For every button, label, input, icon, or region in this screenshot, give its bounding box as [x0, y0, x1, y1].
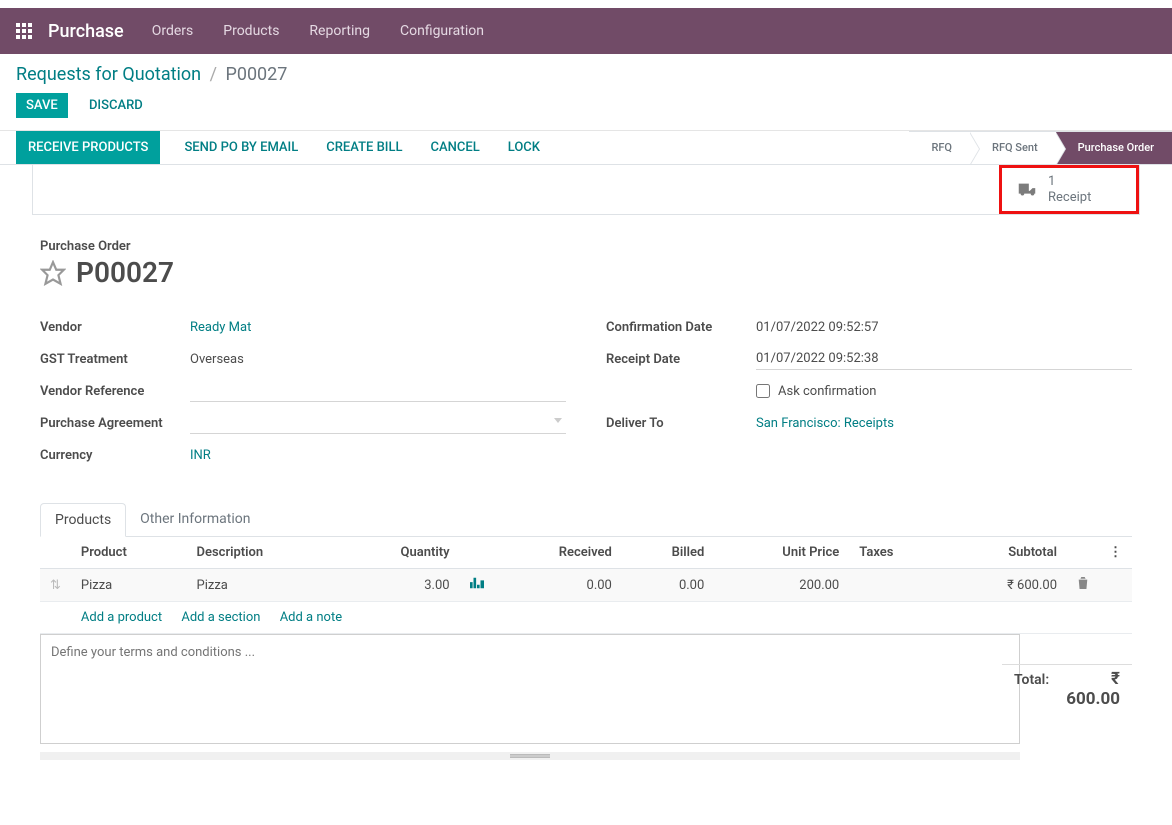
vendor-ref-label: Vendor Reference — [40, 384, 190, 399]
add-note-link[interactable]: Add a note — [280, 610, 342, 625]
total-amount: ₹ 600.00 — [1065, 669, 1120, 709]
status-rfq[interactable]: RFQ — [909, 131, 970, 165]
cell-billed: 0.00 — [622, 569, 714, 602]
trash-icon[interactable] — [1067, 569, 1099, 602]
receive-products-button[interactable]: Receive Products — [16, 131, 160, 165]
receipt-label: Receipt — [1048, 190, 1091, 206]
totals: Total: ₹ 600.00 — [1002, 664, 1132, 713]
tabs: Products Other Information — [40, 503, 1132, 537]
receipt-date-label: Receipt Date — [606, 352, 756, 367]
cell-description[interactable]: Pizza — [187, 569, 339, 602]
cell-subtotal: ₹ 600.00 — [944, 569, 1067, 602]
button-box: 1 Receipt — [32, 165, 1140, 215]
star-icon[interactable] — [40, 260, 66, 286]
status-bar: Receive Products Send PO by Email Create… — [0, 131, 1172, 165]
add-product-link[interactable]: Add a product — [81, 610, 162, 625]
title-label: Purchase Order — [40, 239, 1132, 254]
terms-textarea[interactable] — [40, 634, 1020, 744]
truck-icon — [1016, 179, 1038, 201]
app-title[interactable]: Purchase — [48, 21, 124, 42]
tab-products[interactable]: Products — [40, 503, 126, 537]
lock-button[interactable]: Lock — [496, 131, 552, 165]
deliver-to-label: Deliver To — [606, 416, 756, 431]
top-nav: Purchase Orders Products Reporting Confi… — [0, 8, 1172, 54]
tab-other-information[interactable]: Other Information — [126, 503, 264, 536]
title-section: Purchase Order P00027 — [32, 239, 1140, 289]
purchase-agreement-label: Purchase Agreement — [40, 416, 190, 431]
cell-received: 0.00 — [494, 569, 622, 602]
save-button[interactable]: Save — [16, 93, 68, 118]
resize-handle[interactable] — [40, 752, 1020, 760]
status-purchase-order[interactable]: Purchase Order — [1056, 131, 1172, 165]
table-row[interactable]: ⇅ Pizza Pizza 3.00 0.00 0.00 200.00 ₹ 60… — [40, 569, 1132, 602]
breadcrumb: Requests for Quotation / P00027 — [16, 64, 1156, 85]
nav-orders[interactable]: Orders — [152, 23, 194, 39]
cancel-button[interactable]: Cancel — [419, 131, 492, 165]
receipt-count: 1 — [1048, 174, 1091, 190]
forecast-icon[interactable] — [460, 569, 494, 602]
create-bill-button[interactable]: Create Bill — [314, 131, 414, 165]
status-rfq-sent[interactable]: RFQ Sent — [970, 131, 1056, 165]
breadcrumb-root[interactable]: Requests for Quotation — [16, 64, 201, 85]
deliver-to-value[interactable]: San Francisco: Receipts — [756, 416, 1132, 431]
form-fields: Vendor Ready Mat GST Treatment Overseas … — [32, 313, 1140, 473]
nav-configuration[interactable]: Configuration — [400, 23, 484, 39]
action-buttons: Receive Products Send PO by Email Create… — [0, 131, 552, 165]
col-billed: Billed — [622, 537, 714, 569]
ask-confirmation-checkbox[interactable] — [756, 384, 770, 398]
col-unit-price: Unit Price — [714, 537, 849, 569]
currency-label: Currency — [40, 448, 190, 463]
cell-taxes[interactable] — [849, 569, 944, 602]
discard-button[interactable]: Discard — [79, 93, 153, 118]
col-subtotal: Subtotal — [944, 537, 1067, 569]
order-lines-table: Product Description Quantity Received Bi… — [40, 537, 1132, 634]
form-sheet: 1 Receipt Purchase Order P00027 Vendor R… — [16, 165, 1156, 809]
drag-handle-icon[interactable]: ⇅ — [40, 569, 71, 602]
status-flow: RFQ RFQ Sent Purchase Order — [909, 131, 1172, 165]
vendor-label: Vendor — [40, 320, 190, 335]
col-received: Received — [494, 537, 622, 569]
nav-reporting[interactable]: Reporting — [309, 23, 370, 39]
confirmation-date-value: 01/07/2022 09:52:57 — [756, 320, 1132, 335]
currency-value[interactable]: INR — [190, 448, 566, 463]
purchase-agreement-input[interactable] — [190, 412, 566, 434]
vendor-value[interactable]: Ready Mat — [190, 320, 566, 335]
col-taxes: Taxes — [849, 537, 944, 569]
col-product: Product — [71, 537, 187, 569]
gst-label: GST Treatment — [40, 352, 190, 367]
send-po-button[interactable]: Send PO by Email — [172, 131, 310, 165]
control-panel: Requests for Quotation / P00027 Save Dis… — [0, 54, 1172, 131]
nav-products[interactable]: Products — [223, 23, 279, 39]
apps-icon[interactable] — [16, 23, 32, 39]
receipt-date-input[interactable]: 01/07/2022 09:52:38 — [756, 348, 1132, 370]
kebab-icon[interactable]: ⋮ — [1099, 537, 1132, 569]
order-name: P00027 — [76, 256, 174, 289]
receipt-stat-button[interactable]: 1 Receipt — [999, 165, 1139, 214]
gst-value[interactable]: Overseas — [190, 352, 566, 367]
chevron-down-icon — [554, 418, 562, 423]
add-section-link[interactable]: Add a section — [181, 610, 260, 625]
col-quantity: Quantity — [339, 537, 460, 569]
total-label: Total: — [1014, 672, 1049, 688]
confirmation-date-label: Confirmation Date — [606, 320, 756, 335]
ask-confirmation-label: Ask confirmation — [778, 384, 877, 399]
col-description: Description — [187, 537, 339, 569]
nav-menu: Orders Products Reporting Configuration — [152, 23, 484, 39]
cell-quantity[interactable]: 3.00 — [339, 569, 460, 602]
breadcrumb-current: P00027 — [225, 64, 287, 85]
cell-product[interactable]: Pizza — [71, 569, 187, 602]
cell-unit-price[interactable]: 200.00 — [714, 569, 849, 602]
vendor-ref-input[interactable] — [190, 380, 566, 402]
